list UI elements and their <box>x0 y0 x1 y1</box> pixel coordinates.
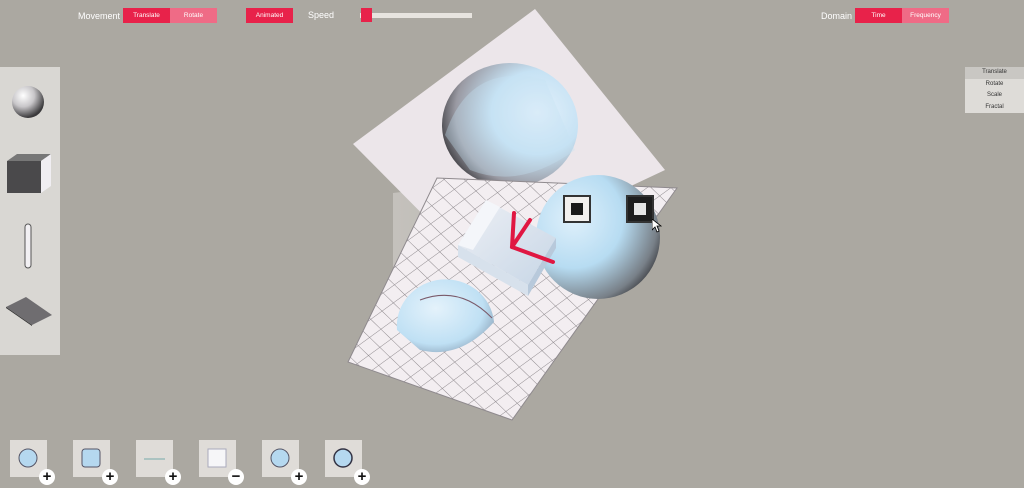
side-sphere <box>536 175 660 299</box>
add-sphere-3-button[interactable]: + <box>325 440 370 485</box>
minus-icon: − <box>228 469 244 485</box>
plus-icon: + <box>39 469 55 485</box>
gizmo-handle-2[interactable] <box>626 195 654 223</box>
add-plane-button[interactable]: + <box>136 440 181 485</box>
plus-icon: + <box>102 469 118 485</box>
plus-icon: + <box>165 469 181 485</box>
gizmo-handle-1[interactable] <box>563 195 591 223</box>
add-cube-button[interactable]: + <box>73 440 118 485</box>
cursor-icon <box>652 219 662 233</box>
remove-object-button[interactable]: − <box>199 440 244 485</box>
viewport-3d[interactable] <box>0 0 1024 488</box>
add-sphere-2-button[interactable]: + <box>262 440 307 485</box>
plus-icon: + <box>354 469 370 485</box>
add-sphere-button[interactable]: + <box>10 440 55 485</box>
plus-icon: + <box>291 469 307 485</box>
